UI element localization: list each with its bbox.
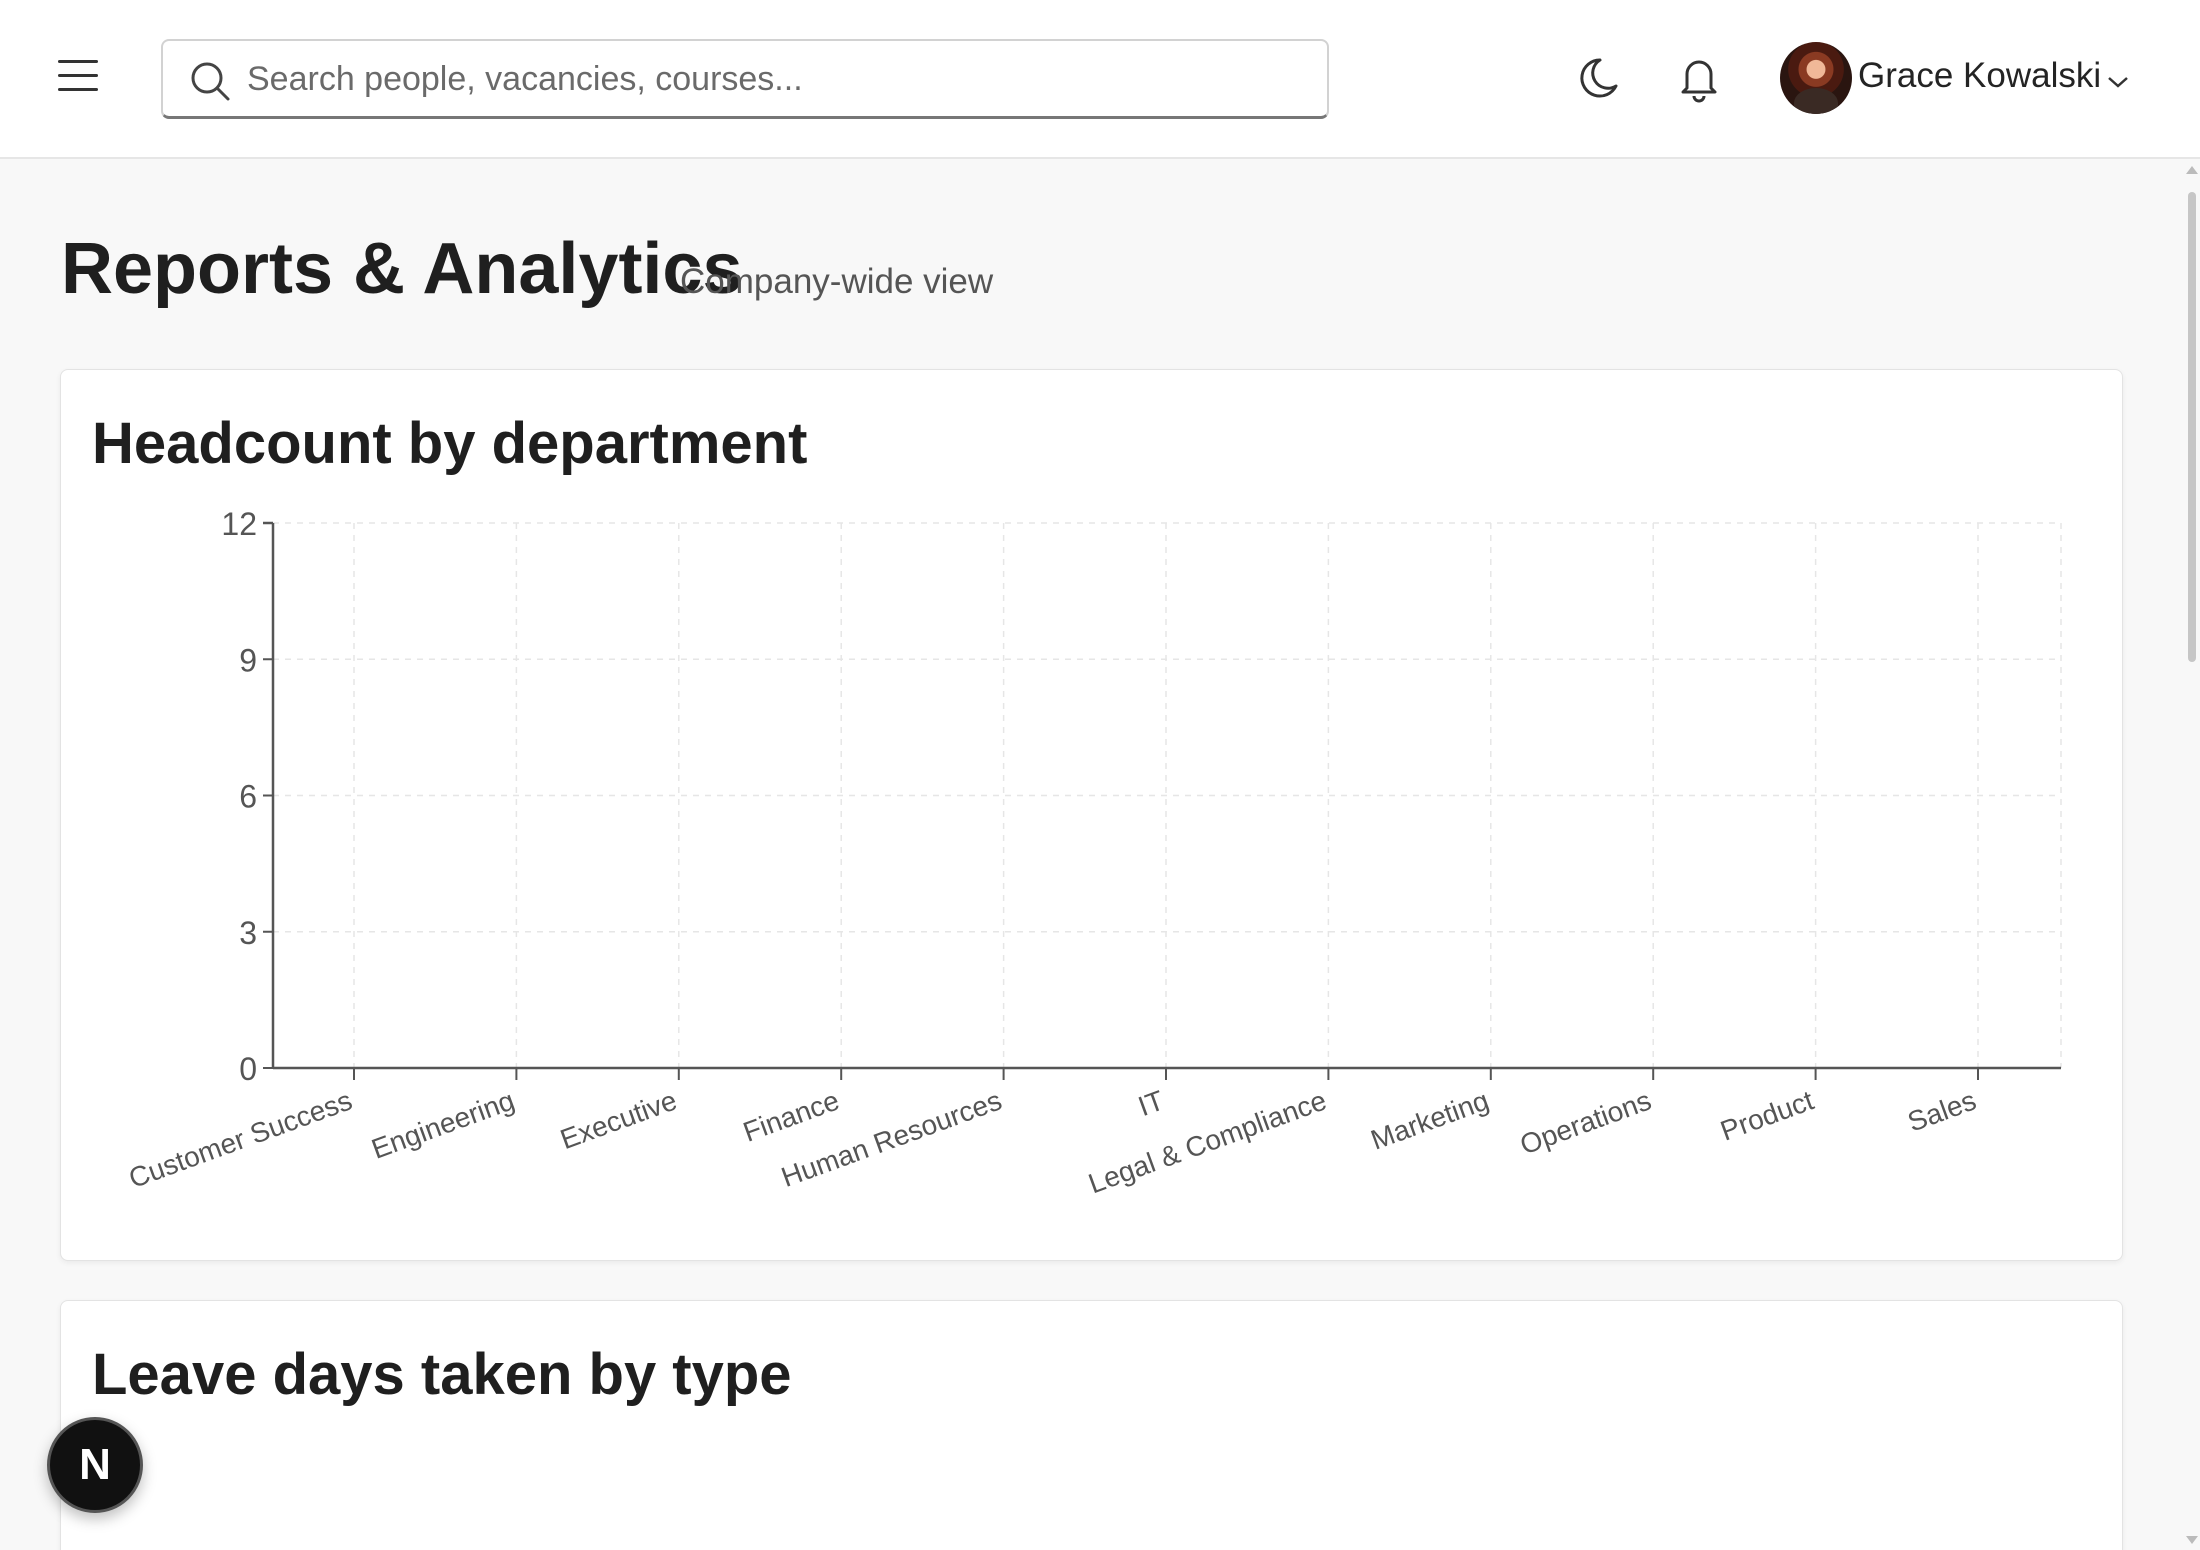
y-tick-label: 6 xyxy=(239,779,257,815)
leave-chart-title: Leave days taken by type xyxy=(92,1342,792,1407)
x-tick-label: Sales xyxy=(1904,1085,1980,1138)
search-box[interactable] xyxy=(161,39,1329,119)
top-bar: Grace Kowalski xyxy=(0,0,2200,159)
x-tick-label: Engineering xyxy=(367,1085,518,1165)
y-tick-label: 0 xyxy=(239,1051,257,1087)
search-input[interactable] xyxy=(247,49,1307,109)
x-tick-label: Finance xyxy=(739,1085,843,1148)
x-tick-label: Marketing xyxy=(1367,1085,1493,1156)
nextjs-dev-badge[interactable]: N xyxy=(47,1417,143,1513)
scroll-thumb[interactable] xyxy=(2188,192,2196,662)
headcount-chart-card: Headcount by department 0 3 6 9 12 Customer S… xyxy=(60,369,2123,1261)
y-tick-label: 12 xyxy=(221,506,257,542)
page-subtitle: Company-wide view xyxy=(680,262,994,301)
dark-mode-moon-icon[interactable] xyxy=(1572,52,1624,104)
avatar xyxy=(1780,42,1852,114)
user-menu[interactable]: Grace Kowalski xyxy=(1780,42,2140,114)
chevron-down-icon xyxy=(2108,77,2128,88)
scroll-up-arrow-icon[interactable] xyxy=(2186,166,2198,174)
page-title: Reports & Analytics xyxy=(61,229,743,309)
x-tick-label: Product xyxy=(1716,1084,1817,1146)
x-tick-label: Legal & Compliance xyxy=(1084,1085,1330,1200)
y-tick-label: 3 xyxy=(239,915,257,951)
headcount-bar-chart: 0 3 6 9 12 Customer Success Engineering Executi… xyxy=(125,506,2062,1200)
hamburger-menu-icon[interactable] xyxy=(56,58,102,94)
leave-chart-card: Leave days taken by type xyxy=(60,1300,2123,1550)
x-tick-label: Executive xyxy=(556,1085,681,1156)
user-name: Grace Kowalski xyxy=(1858,56,2102,95)
x-tick-label: Operations xyxy=(1516,1085,1655,1161)
notifications-bell-icon[interactable] xyxy=(1673,52,1725,104)
search-icon xyxy=(191,62,230,101)
page-scrollbar[interactable] xyxy=(2182,162,2200,1550)
y-tick-label: 9 xyxy=(239,642,257,678)
scroll-down-arrow-icon[interactable] xyxy=(2186,1536,2198,1544)
x-tick-label: Customer Success xyxy=(125,1085,356,1194)
x-tick-label: IT xyxy=(1134,1085,1168,1123)
